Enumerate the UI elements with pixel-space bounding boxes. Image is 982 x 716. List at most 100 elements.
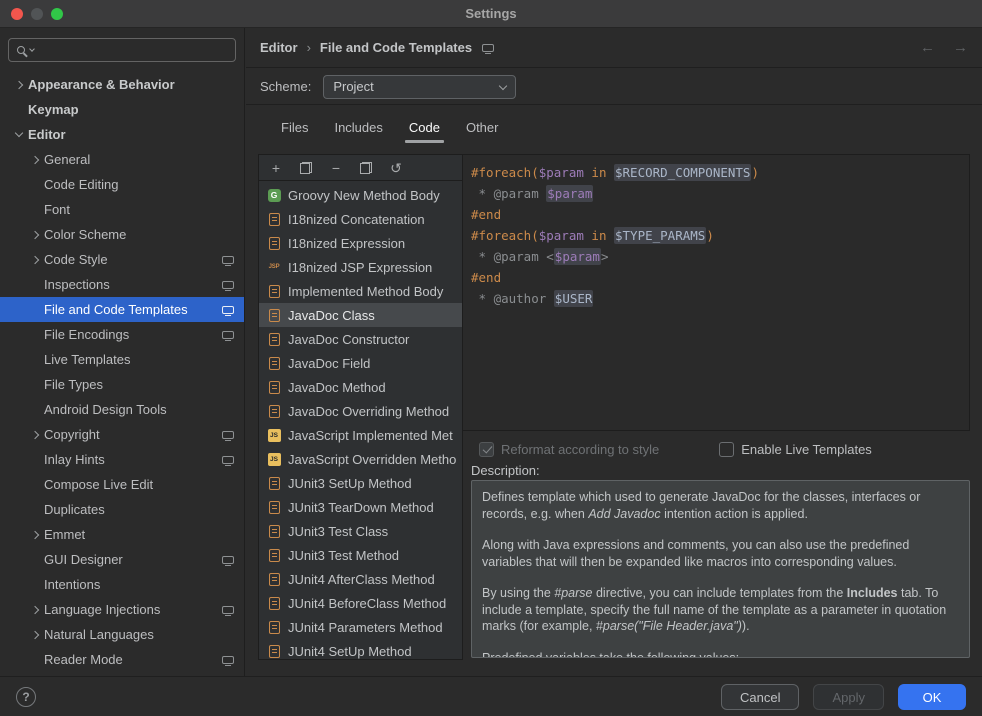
template-item-javadoc-field[interactable]: JavaDoc Field <box>259 351 462 375</box>
sidebar-item-duplicates[interactable]: Duplicates <box>0 497 244 522</box>
sidebar-item-emmet[interactable]: Emmet <box>0 522 244 547</box>
chevron-down-icon[interactable] <box>15 129 23 137</box>
scheme-value: Project <box>333 79 373 94</box>
sidebar-item-language-injections[interactable]: Language Injections <box>0 597 244 622</box>
remove-template-icon[interactable]: − <box>329 161 343 175</box>
sidebar-item-label: File Encodings <box>44 327 129 342</box>
template-item-javascript-implemented-met[interactable]: JSJavaScript Implemented Met <box>259 423 462 447</box>
code-line: #foreach($param in $RECORD_COMPONENTS) <box>471 162 961 183</box>
chevron-down-icon <box>499 81 507 89</box>
tab-includes[interactable]: Includes <box>321 120 395 146</box>
template-item-label: JUnit4 AfterClass Method <box>288 572 435 587</box>
tab-files[interactable]: Files <box>268 120 321 146</box>
search-input[interactable] <box>8 38 236 62</box>
minimize-button <box>31 8 43 20</box>
ok-button[interactable]: OK <box>898 684 966 710</box>
duplicate-template-icon[interactable] <box>359 161 373 175</box>
cancel-button[interactable]: Cancel <box>721 684 799 710</box>
copy-template-icon[interactable] <box>299 161 313 175</box>
sidebar-item-copyright[interactable]: Copyright <box>0 422 244 447</box>
sidebar-item-color-scheme[interactable]: Color Scheme <box>0 222 244 247</box>
template-item-implemented-method-body[interactable]: Implemented Method Body <box>259 279 462 303</box>
page-title: File and Code Templates <box>320 40 472 55</box>
template-icon <box>267 380 281 394</box>
chevron-right-icon[interactable] <box>31 430 39 438</box>
template-item-javadoc-class[interactable]: JavaDoc Class <box>259 303 462 327</box>
sidebar-item-general[interactable]: General <box>0 147 244 172</box>
template-item-i18nized-concatenation[interactable]: I18nized Concatenation <box>259 207 462 231</box>
sidebar-item-natural-languages[interactable]: Natural Languages <box>0 622 244 647</box>
sidebar-item-code-editing[interactable]: Code Editing <box>0 172 244 197</box>
chevron-right-icon[interactable] <box>31 155 39 163</box>
sidebar-item-code-style[interactable]: Code Style <box>0 247 244 272</box>
add-template-icon[interactable]: + <box>269 161 283 175</box>
sidebar-item-file-encodings[interactable]: File Encodings <box>0 322 244 347</box>
sidebar-item-keymap[interactable]: Keymap <box>0 97 244 122</box>
tab-code[interactable]: Code <box>396 120 453 146</box>
breadcrumb-item-editor[interactable]: Editor <box>260 40 298 55</box>
reset-to-default-icon[interactable]: ↺ <box>389 161 403 175</box>
template-item-junit3-teardown-method[interactable]: JUnit3 TearDown Method <box>259 495 462 519</box>
sidebar-item-label: Code Style <box>44 252 108 267</box>
sidebar-item-compose-live-edit[interactable]: Compose Live Edit <box>0 472 244 497</box>
template-item-junit3-setup-method[interactable]: JUnit3 SetUp Method <box>259 471 462 495</box>
sidebar-item-file-types[interactable]: File Types <box>0 372 244 397</box>
tab-other[interactable]: Other <box>453 120 512 146</box>
template-item-javascript-overridden-metho[interactable]: JSJavaScript Overridden Metho <box>259 447 462 471</box>
template-icon <box>267 596 281 610</box>
sidebar-item-file-and-code-templates[interactable]: File and Code Templates <box>0 297 244 322</box>
template-item-junit4-beforeclass-method[interactable]: JUnit4 BeforeClass Method <box>259 591 462 615</box>
help-button[interactable]: ? <box>16 687 36 707</box>
template-item-junit3-test-method[interactable]: JUnit3 Test Method <box>259 543 462 567</box>
override-screen-icon <box>222 656 234 664</box>
template-item-i18nized-expression[interactable]: I18nized Expression <box>259 231 462 255</box>
sidebar-item-label: Compose Live Edit <box>44 477 153 492</box>
template-item-i18nized-jsp-expression[interactable]: JSPI18nized JSP Expression <box>259 255 462 279</box>
sidebar-item-inspections[interactable]: Inspections <box>0 272 244 297</box>
template-item-label: JUnit4 BeforeClass Method <box>288 596 446 611</box>
template-item-groovy-new-method-body[interactable]: GGroovy New Method Body <box>259 183 462 207</box>
sidebar-item-gui-designer[interactable]: GUI Designer <box>0 547 244 572</box>
scheme-dropdown[interactable]: Project <box>323 75 516 99</box>
sidebar-item-editor[interactable]: Editor <box>0 122 244 147</box>
template-item-junit4-setup-method[interactable]: JUnit4 SetUp Method <box>259 639 462 660</box>
sidebar-item-label: File Types <box>44 377 103 392</box>
chevron-right-icon[interactable] <box>31 230 39 238</box>
forward-button[interactable]: → <box>953 39 968 56</box>
sidebar-item-android-design-tools[interactable]: Android Design Tools <box>0 397 244 422</box>
chevron-right-icon[interactable] <box>31 255 39 263</box>
zoom-button[interactable] <box>51 8 63 20</box>
sidebar-item-label: Keymap <box>28 102 79 117</box>
sidebar-item-intentions[interactable]: Intentions <box>0 572 244 597</box>
chevron-right-icon[interactable] <box>31 630 39 638</box>
sidebar-item-live-templates[interactable]: Live Templates <box>0 347 244 372</box>
template-editor[interactable]: #foreach($param in $RECORD_COMPONENTS) *… <box>463 154 970 431</box>
sidebar-item-inlay-hints[interactable]: Inlay Hints <box>0 447 244 472</box>
template-item-junit3-test-class[interactable]: JUnit3 Test Class <box>259 519 462 543</box>
chevron-right-icon[interactable] <box>31 605 39 613</box>
sidebar-item-label: Language Injections <box>44 602 160 617</box>
template-item-javadoc-overriding-method[interactable]: JavaDoc Overriding Method <box>259 399 462 423</box>
template-item-javadoc-constructor[interactable]: JavaDoc Constructor <box>259 327 462 351</box>
template-item-junit4-afterclass-method[interactable]: JUnit4 AfterClass Method <box>259 567 462 591</box>
chevron-right-icon[interactable] <box>15 80 23 88</box>
template-icon <box>267 404 281 418</box>
sidebar-item-appearance-behavior[interactable]: Appearance & Behavior <box>0 72 244 97</box>
sidebar-item-label: Reader Mode <box>44 652 123 667</box>
back-button[interactable]: ← <box>920 39 935 56</box>
chevron-right-icon[interactable] <box>31 530 39 538</box>
template-item-label: JUnit3 SetUp Method <box>288 476 412 491</box>
breadcrumb: Editor › File and Code Templates ← → <box>246 28 982 68</box>
sidebar-item-reader-mode[interactable]: Reader Mode <box>0 647 244 672</box>
sidebar-item-label: Editor <box>28 127 66 142</box>
template-item-label: JavaDoc Field <box>288 356 370 371</box>
template-item-junit4-parameters-method[interactable]: JUnit4 Parameters Method <box>259 615 462 639</box>
close-button[interactable] <box>11 8 23 20</box>
enable-live-templates-checkbox[interactable]: Enable Live Templates <box>719 442 872 457</box>
history-nav: ← → <box>920 39 968 56</box>
template-item-javadoc-method[interactable]: JavaDoc Method <box>259 375 462 399</box>
sidebar-item-font[interactable]: Font <box>0 197 244 222</box>
scheme-row: Scheme: Project <box>246 69 982 105</box>
override-screen-icon <box>222 306 234 314</box>
sidebar-item-label: Natural Languages <box>44 627 154 642</box>
